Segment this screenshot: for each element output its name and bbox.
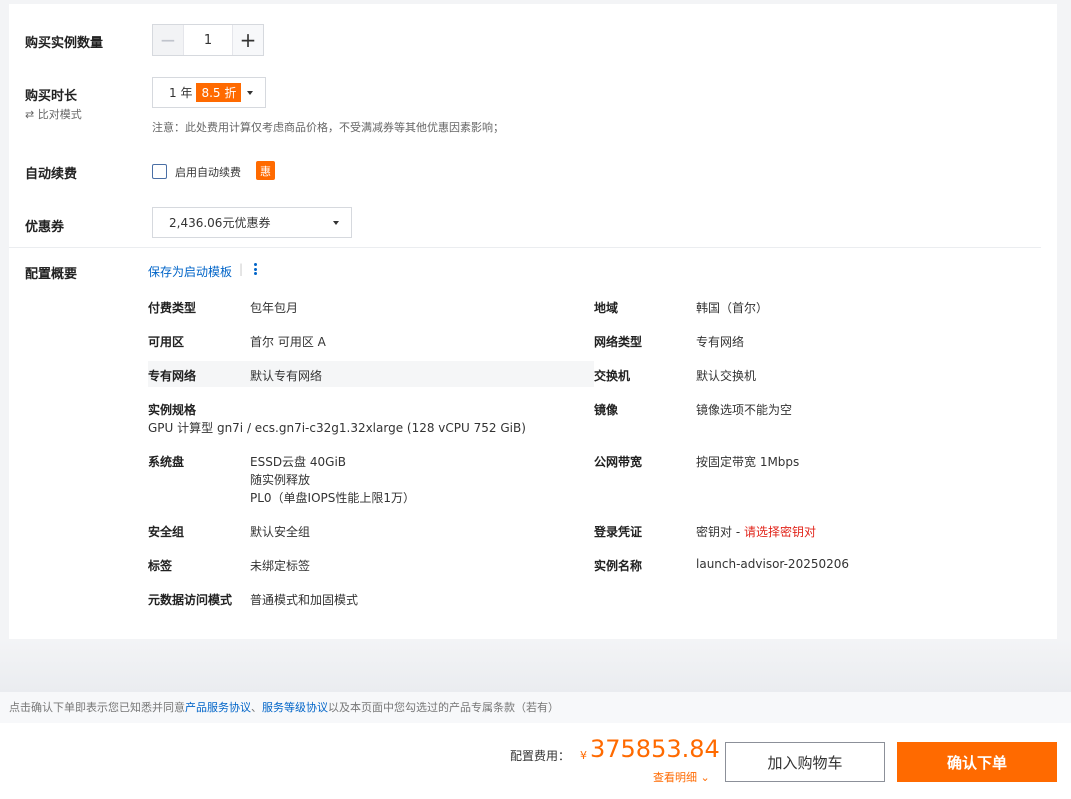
auto-renew-checkbox-label[interactable]: 启用自动续费 xyxy=(175,164,241,180)
tags-value: 未绑定标签 xyxy=(250,559,311,573)
spec-value: GPU 计算型 gn7i / ecs.gn7i-c32g1.32xlarge (… xyxy=(148,421,526,435)
agreement-prefix: 点击确认下单即表示您已知悉并同意 xyxy=(9,701,185,714)
increment-button[interactable]: + xyxy=(233,25,263,55)
system-disk-value-3: PL0（单盘IOPS性能上限1万） xyxy=(250,491,416,505)
credential-value: 密钥对 - 请选择密钥对 xyxy=(696,523,816,540)
agreement-sep: 、 xyxy=(251,701,262,714)
tags-key: 标签 xyxy=(148,559,173,573)
system-disk-key: 系统盘 xyxy=(148,455,185,469)
price-note: 注意：此处费用计算仅考虑商品价格，不受满减券等其他优惠因素影响； xyxy=(152,121,504,134)
view-detail-link[interactable]: 查看明细 ⌄ xyxy=(653,769,710,785)
caret-down-icon xyxy=(333,221,339,225)
bandwidth-key: 公网带宽 xyxy=(594,455,643,469)
security-group-key: 安全组 xyxy=(148,525,185,539)
security-group-value: 默认安全组 xyxy=(250,525,311,539)
billing-type-value: 包年包月 xyxy=(250,301,299,315)
more-icon[interactable] xyxy=(254,263,257,275)
fee-label: 配置费用： xyxy=(510,749,571,763)
add-to-cart-button[interactable]: 加入购物车 xyxy=(725,742,885,782)
billing-type-key: 付费类型 xyxy=(148,301,197,315)
metadata-value: 普通模式和加固模式 xyxy=(250,593,359,607)
compare-mode-label: 比对模式 xyxy=(37,108,82,121)
image-key: 镜像 xyxy=(594,403,619,417)
vswitch-key: 交换机 xyxy=(594,369,631,383)
zone-key: 可用区 xyxy=(148,335,185,349)
order-footer: 配置费用： ¥ 375853.84 查看明细 ⌄ 加入购物车 确认下单 xyxy=(0,723,1071,799)
duration-select[interactable]: 1 年 8.5 折 xyxy=(152,77,266,108)
decrement-button[interactable]: − xyxy=(153,25,183,55)
system-disk-value-2: 随实例释放 xyxy=(250,473,311,487)
row-highlight xyxy=(148,361,594,387)
summary-label: 配置概要 xyxy=(25,267,78,282)
agreement-suffix: 以及本页面中您勾选过的产品专属条款（若有） xyxy=(328,701,559,714)
region-key: 地域 xyxy=(594,301,619,315)
auto-renew-label: 自动续费 xyxy=(25,167,78,182)
quantity-stepper[interactable]: − 1 + xyxy=(152,24,264,56)
select-keypair-link[interactable]: 请选择密钥对 xyxy=(744,525,816,539)
vpc-key: 专有网络 xyxy=(148,369,197,383)
agreement-bar: 点击确认下单即表示您已知悉并同意产品服务协议、服务等级协议以及本页面中您勾选过的… xyxy=(0,692,1071,723)
confirm-order-button[interactable]: 确认下单 xyxy=(897,742,1057,782)
network-type-key: 网络类型 xyxy=(594,335,643,349)
zone-value: 首尔 可用区 A xyxy=(250,335,326,349)
compare-mode-link[interactable]: ⇄ 比对模式 xyxy=(25,106,82,122)
quantity-value[interactable]: 1 xyxy=(183,25,233,55)
caret-down-icon xyxy=(247,91,253,95)
separator: | xyxy=(239,262,244,276)
swap-icon: ⇄ xyxy=(25,108,35,121)
auto-renew-checkbox[interactable] xyxy=(152,164,167,179)
metadata-key: 元数据访问模式 xyxy=(148,593,233,607)
divider xyxy=(9,247,1041,248)
vpc-value: 默认专有网络 xyxy=(250,369,323,383)
sla-link[interactable]: 服务等级协议 xyxy=(262,701,328,714)
save-template-link[interactable]: 保存为启动模板 xyxy=(148,263,232,280)
coupon-label: 优惠券 xyxy=(25,220,65,235)
instance-name-value: launch-advisor-20250206 xyxy=(696,557,850,571)
coupon-select[interactable]: 2,436.06元优惠券 xyxy=(152,207,352,238)
discount-badge: 8.5 折 xyxy=(196,83,242,102)
system-disk-value-1: ESSD云盘 40GiB xyxy=(250,455,347,469)
currency-symbol: ¥ xyxy=(580,749,587,762)
config-card: 购买实例数量 − 1 + 购买时长 ⇄ 比对模式 1 年 8.5 折 注意：此处… xyxy=(9,4,1057,639)
region-value: 韩国（首尔） xyxy=(696,301,769,315)
network-type-value: 专有网络 xyxy=(696,335,745,349)
duration-value: 1 年 xyxy=(169,86,193,100)
discount-hui-badge: 惠 xyxy=(256,161,275,180)
credential-key: 登录凭证 xyxy=(594,525,643,539)
vswitch-value: 默认交换机 xyxy=(696,369,757,383)
product-agreement-link[interactable]: 产品服务协议 xyxy=(185,701,251,714)
spec-key: 实例规格 xyxy=(148,403,197,417)
instance-name-key: 实例名称 xyxy=(594,559,643,573)
duration-label: 购买时长 xyxy=(25,89,78,104)
total-price: 375853.84 xyxy=(590,735,720,763)
coupon-value: 2,436.06元优惠券 xyxy=(169,216,271,230)
bandwidth-value: 按固定带宽 1Mbps xyxy=(696,455,800,469)
image-error: 镜像选项不能为空 xyxy=(696,403,793,417)
quantity-label: 购买实例数量 xyxy=(25,36,104,51)
credential-type: 密钥对 - xyxy=(696,525,744,539)
